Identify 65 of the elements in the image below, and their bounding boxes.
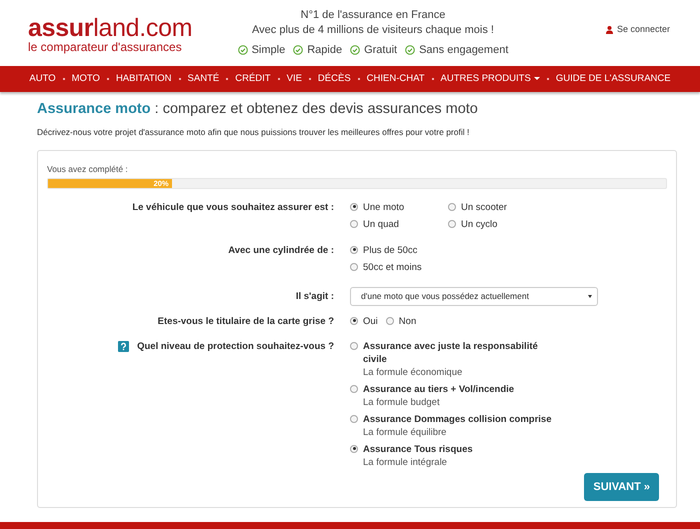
help-icon[interactable] — [118, 340, 130, 352]
intro-text: Décrivez-nous votre projet d'assurance moto afin que nous puissions trouver les meilleures offres pour votre profil ! — [37, 126, 470, 140]
option-label: Une moto — [363, 200, 404, 214]
feature-label: Rapide — [307, 42, 342, 58]
page-title: Assurance moto : comparez et obtenez des devis assurances moto — [37, 101, 479, 118]
option-label: Un scooter — [461, 200, 507, 214]
question-label: Il s'agit : — [296, 290, 334, 303]
nav-link[interactable]: CRÉDIT — [235, 72, 271, 86]
radio-button[interactable] — [350, 444, 358, 453]
caret-icon — [588, 294, 592, 298]
option-label: Assurance avec juste la responsabilité civile — [363, 340, 539, 366]
subline: Avec plus de 4 millions de visiteurs chaque mois ! — [251, 22, 495, 38]
user-icon — [606, 26, 613, 34]
option-description: La formule budget — [363, 396, 441, 409]
option-label: Oui — [363, 314, 378, 328]
next-button[interactable]: SUIVANT » — [584, 472, 659, 502]
login-link[interactable]: Se connecter — [617, 23, 670, 36]
feature-label: Sans engagement — [419, 42, 508, 58]
option-label: Assurance au tiers + Vol/incendie — [363, 382, 514, 396]
nav-link[interactable]: AUTO — [29, 72, 56, 86]
select-field[interactable]: d'une moto que vous possédez actuellement — [350, 286, 598, 306]
check-circle-icon — [293, 44, 304, 55]
option-label: Un quad — [363, 218, 399, 231]
site-logo[interactable]: assurland.com — [28, 16, 233, 41]
radio-button[interactable] — [350, 316, 358, 325]
logo-tagline: le comparateur d'assurances — [28, 41, 183, 53]
feature-label: Simple — [252, 42, 286, 58]
radio-button[interactable] — [350, 342, 358, 350]
question-label: Avec une cylindrée de : — [228, 244, 334, 257]
radio-button[interactable] — [350, 262, 358, 271]
option-label: Assurance Dommages collision comprise — [363, 412, 552, 426]
progress-label: Vous avez complété : — [47, 163, 129, 176]
option-label: Non — [398, 314, 416, 328]
nav-link[interactable]: VIE — [286, 72, 302, 86]
radio-button[interactable] — [386, 316, 394, 325]
nav-link[interactable]: MOTO — [72, 72, 100, 86]
question-label: Etes-vous le titulaire de la carte grise ? — [158, 314, 334, 328]
radio-button[interactable] — [350, 202, 358, 211]
nav-link[interactable]: GUIDE DE L'ASSURANCE — [556, 72, 671, 86]
option-label: Assurance Tous risques — [363, 442, 473, 456]
radio-button[interactable] — [448, 202, 456, 211]
feature-label: Gratuit — [364, 42, 398, 58]
option-label: 50cc et moins — [363, 260, 422, 274]
select-value: d'une moto que vous possédez actuellement — [361, 290, 529, 303]
radio-button[interactable] — [350, 384, 358, 393]
option-label: Un cyclo — [461, 218, 498, 231]
radio-button[interactable] — [350, 220, 358, 228]
radio-button[interactable] — [350, 414, 358, 423]
nav-link[interactable]: SANTÉ — [188, 72, 220, 86]
check-circle-icon — [350, 44, 360, 55]
question-label: Le véhicule que vous souhaitez assurer est : — [132, 200, 334, 214]
option-description: La formule équilibre — [363, 426, 448, 439]
headline: N°1 de l'assurance en France — [300, 8, 446, 23]
nav-link[interactable]: DÉCÈS — [318, 72, 351, 86]
option-description: La formule intégrale — [363, 456, 448, 469]
check-circle-icon — [238, 44, 248, 55]
nav-link[interactable]: CHIEN-CHAT — [366, 72, 425, 86]
nav-link[interactable]: AUTRES PRODUITS — [440, 72, 540, 86]
nav-link[interactable]: HABITATION — [116, 72, 172, 86]
option-label: Plus de 50cc — [363, 244, 418, 257]
question-label: Quel niveau de protection souhaitez-vous ? — [137, 340, 334, 353]
option-description: La formule économique — [363, 366, 464, 379]
radio-button[interactable] — [448, 220, 456, 228]
check-circle-icon — [405, 44, 416, 55]
radio-button[interactable] — [350, 246, 358, 254]
